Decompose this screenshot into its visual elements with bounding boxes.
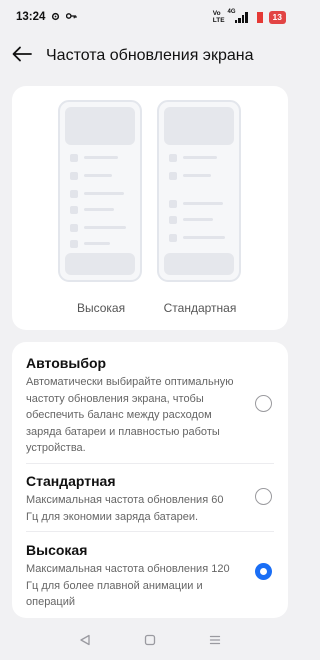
- system-nav-bar: [0, 628, 300, 656]
- status-time: 13:24: [16, 11, 46, 23]
- nav-home-button[interactable]: [138, 630, 162, 654]
- option-title: Стандартная: [26, 473, 116, 489]
- option-title: Высокая: [26, 542, 88, 558]
- header: Частота обновления экрана: [0, 40, 300, 72]
- square-home-icon: [144, 633, 156, 651]
- divider: [26, 463, 274, 464]
- option-description: Максимальная частота обновления 60 Гц дл…: [26, 494, 224, 523]
- signal-icon: 4G: [228, 9, 248, 23]
- radio-high[interactable]: [255, 563, 272, 580]
- nav-recents-button[interactable]: [203, 630, 227, 654]
- nav-back-button[interactable]: [73, 630, 97, 654]
- preview-label-standard: Стандартная: [163, 301, 237, 315]
- signal-weak-icon: [251, 11, 263, 23]
- page-title: Частота обновления экрана: [46, 47, 254, 64]
- arrow-left-icon: [12, 46, 32, 67]
- option-standard[interactable]: Стандартная Максимальная частота обновле…: [26, 472, 276, 525]
- menu-lines-icon: [209, 633, 221, 651]
- option-auto[interactable]: Автовыбор Автоматически выбирайте оптима…: [26, 354, 276, 457]
- option-title: Автовыбор: [26, 355, 107, 371]
- refresh-rate-options: Автовыбор Автоматически выбирайте оптима…: [12, 342, 288, 618]
- option-description: Максимальная частота обновления 120 Гц д…: [26, 563, 230, 608]
- battery-indicator: 13: [268, 10, 286, 24]
- option-description: Автоматически выбирайте оптимальную част…: [26, 376, 234, 454]
- status-bar: 13:24 Vo LTE 4G 13: [0, 0, 300, 34]
- triangle-back-icon: [79, 633, 91, 651]
- back-button[interactable]: [2, 40, 42, 72]
- key-icon: [66, 12, 77, 22]
- volte-indicator: Vo LTE: [212, 10, 225, 24]
- radio-standard[interactable]: [255, 488, 272, 505]
- option-high[interactable]: Высокая Максимальная частота обновления …: [26, 541, 276, 611]
- divider: [26, 531, 274, 532]
- radio-auto[interactable]: [255, 395, 272, 412]
- gear-icon: [51, 12, 60, 23]
- preview-phone-high[interactable]: [58, 100, 142, 282]
- preview-phone-standard[interactable]: [157, 100, 241, 282]
- preview-card: Высокая Стандартная: [12, 86, 288, 330]
